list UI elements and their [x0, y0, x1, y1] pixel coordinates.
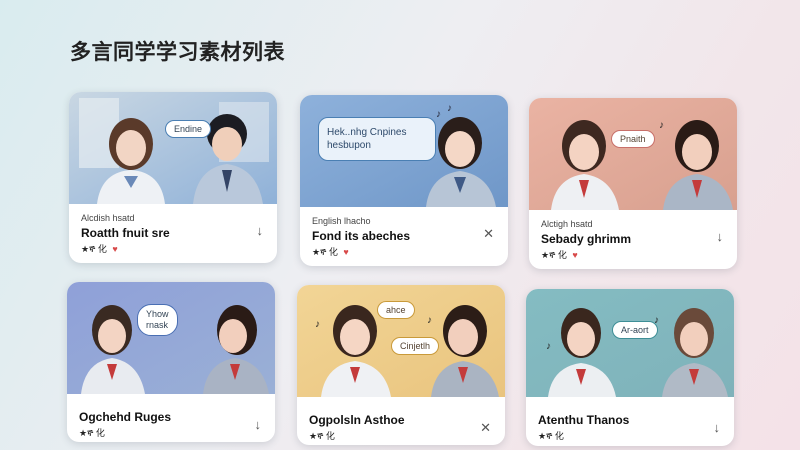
rating-text: ★ኞ 化 [309, 431, 335, 441]
speech-bubble-secondary: Cinjetlh [391, 337, 440, 355]
heart-icon: ♥ [343, 247, 349, 257]
card-thumbnail: ♪ ♪ ahce Cinjetlh [297, 285, 505, 397]
card-title: Ogpolsln Asthoe [309, 413, 405, 427]
speech-bubble: ahce [377, 301, 415, 319]
card-title: Atenthu Thanos [538, 413, 630, 427]
card-rating: ★ኞ 化 ♥ [541, 249, 725, 262]
speech-bubble: Ar-aort [612, 321, 658, 339]
card-rating: ★ኞ 化 ♥ [81, 243, 265, 256]
svg-text:♪: ♪ [436, 109, 441, 120]
card-title: Ogchehd Ruges [79, 410, 172, 424]
page-title: 多言同学学习素材列表 [70, 41, 285, 64]
card-rating: ★ኞ 化 [309, 430, 493, 443]
close-icon[interactable]: ✕ [483, 227, 494, 241]
card-rating: ★ኞ 化 [538, 430, 722, 443]
download-icon[interactable]: ↓ [257, 224, 264, 238]
rating-text: ★ኞ 化 [79, 428, 105, 438]
material-card[interactable]: ♪ ♪ ahce Cinjetlh Ogpolsln Asthoe ★ኞ 化 ✕ [297, 285, 505, 445]
speech-bubble: Hek..nhg Cnpines hesbupon [318, 117, 436, 161]
material-card[interactable]: ♪ ♪ Hek..nhg Cnpines hesbupon English lh… [300, 95, 508, 266]
material-card[interactable]: ♪ ♪ Ar-aort Atenthu Thanos ★ኞ 化 ↓ [526, 289, 734, 446]
rating-text: ★ኞ 化 [541, 250, 570, 260]
card-thumbnail: Yhow rnask [67, 282, 275, 394]
heart-icon: ♥ [572, 250, 578, 260]
rating-text: ★ኞ 化 [538, 431, 564, 441]
card-tagline: Alctigh hsatd [541, 219, 593, 229]
close-icon[interactable]: ✕ [480, 421, 491, 435]
card-title: Sebady ghrimm [541, 232, 632, 246]
speech-bubble: Yhow rnask [137, 304, 178, 336]
svg-text:♪: ♪ [315, 319, 320, 330]
card-rating: ★ኞ 化 ♥ [312, 246, 496, 259]
card-title: Roatth fnuit sre [81, 226, 170, 240]
material-card[interactable]: ♪ Pnaith Alctigh hsatd Sebady ghrimm ★ኞ … [529, 98, 737, 269]
card-thumbnail: Endine [69, 92, 277, 204]
download-icon[interactable]: ↓ [255, 418, 262, 432]
heart-icon: ♥ [112, 244, 118, 254]
card-thumbnail: ♪ Pnaith [529, 98, 737, 210]
svg-text:♪: ♪ [659, 120, 664, 131]
svg-text:♪: ♪ [427, 315, 432, 326]
svg-text:♪: ♪ [546, 341, 551, 352]
card-thumbnail: ♪ ♪ Hek..nhg Cnpines hesbupon [300, 95, 508, 207]
download-icon[interactable]: ↓ [717, 230, 724, 244]
card-thumbnail: ♪ ♪ Ar-aort [526, 289, 734, 397]
card-title: Fond its abeches [312, 229, 411, 243]
card-tagline: Alcdish hsatd [81, 213, 135, 223]
card-rating: ★ኞ 化 [79, 427, 263, 440]
rating-text: ★ኞ 化 [312, 247, 341, 257]
rating-text: ★ኞ 化 [81, 244, 110, 254]
speech-bubble: Pnaith [611, 130, 655, 148]
download-icon[interactable]: ↓ [714, 421, 721, 435]
card-tagline: English lhacho [312, 216, 371, 226]
svg-text:♪: ♪ [447, 103, 452, 114]
speech-bubble: Endine [165, 120, 212, 138]
material-card[interactable]: Yhow rnask Ogchehd Ruges ★ኞ 化 ↓ [67, 282, 275, 442]
material-card[interactable]: Endine Alcdish hsatd Roatth fnuit sre ★ኞ… [69, 92, 277, 263]
